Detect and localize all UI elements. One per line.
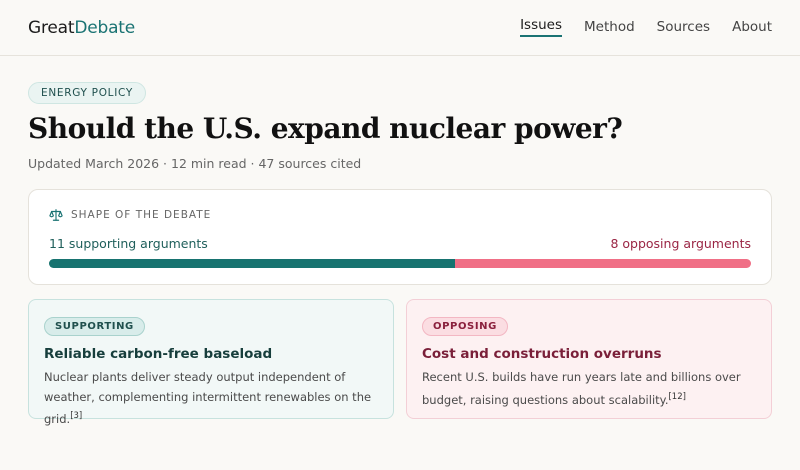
site-logo[interactable]: GreatDebate: [28, 18, 135, 38]
opposing-argument-title: Cost and construction overruns: [422, 346, 662, 362]
citation-link[interactable]: [3]: [70, 411, 82, 421]
debate-shape-heading: SHAPE OF THE DEBATE: [49, 208, 211, 222]
main-nav: Issues Method Sources About: [520, 17, 772, 37]
citation-link[interactable]: [12]: [668, 392, 685, 402]
supporting-argument-card[interactable]: SUPPORTING Reliable carbon-free baseload…: [28, 299, 394, 426]
supporting-argument-title: Reliable carbon-free baseload: [44, 346, 273, 362]
article-meta: Updated March 2026 · 12 min read · 47 so…: [28, 156, 362, 171]
opposing-count: 8 opposing arguments: [610, 236, 751, 251]
nav-item-method[interactable]: Method: [584, 19, 635, 37]
debate-balance-bar: [49, 259, 751, 268]
supporting-argument-text: Nuclear plants deliver steady output ind…: [44, 370, 372, 426]
opposing-argument-body: Recent U.S. builds have run years late a…: [422, 368, 762, 410]
scale-icon: [49, 209, 63, 221]
logo-prefix: Great: [28, 18, 75, 38]
nav-item-issues[interactable]: Issues: [520, 17, 563, 37]
opposing-badge: OPPOSING: [422, 317, 508, 336]
page-title: Should the U.S. expand nuclear power?: [28, 112, 623, 145]
debate-shape-label: SHAPE OF THE DEBATE: [71, 209, 212, 221]
debate-shape-card: SHAPE OF THE DEBATE 11 supporting argume…: [28, 189, 772, 285]
supporting-count: 11 supporting arguments: [49, 236, 208, 251]
supporting-badge: SUPPORTING: [44, 317, 145, 336]
logo-accent: Debate: [74, 18, 136, 38]
nav-item-about[interactable]: About: [732, 19, 772, 37]
nav-item-sources[interactable]: Sources: [657, 19, 710, 37]
topic-tag[interactable]: ENERGY POLICY: [28, 82, 146, 104]
opposing-argument-card[interactable]: OPPOSING Cost and construction overruns …: [406, 299, 772, 419]
supporting-bar-segment: [49, 259, 456, 268]
opposing-argument-text: Recent U.S. builds have run years late a…: [422, 370, 741, 407]
opposing-bar-segment: [455, 259, 751, 268]
supporting-argument-body: Nuclear plants deliver steady output ind…: [44, 368, 384, 429]
top-navigation-bar: GreatDebate Issues Method Sources About: [0, 0, 800, 56]
